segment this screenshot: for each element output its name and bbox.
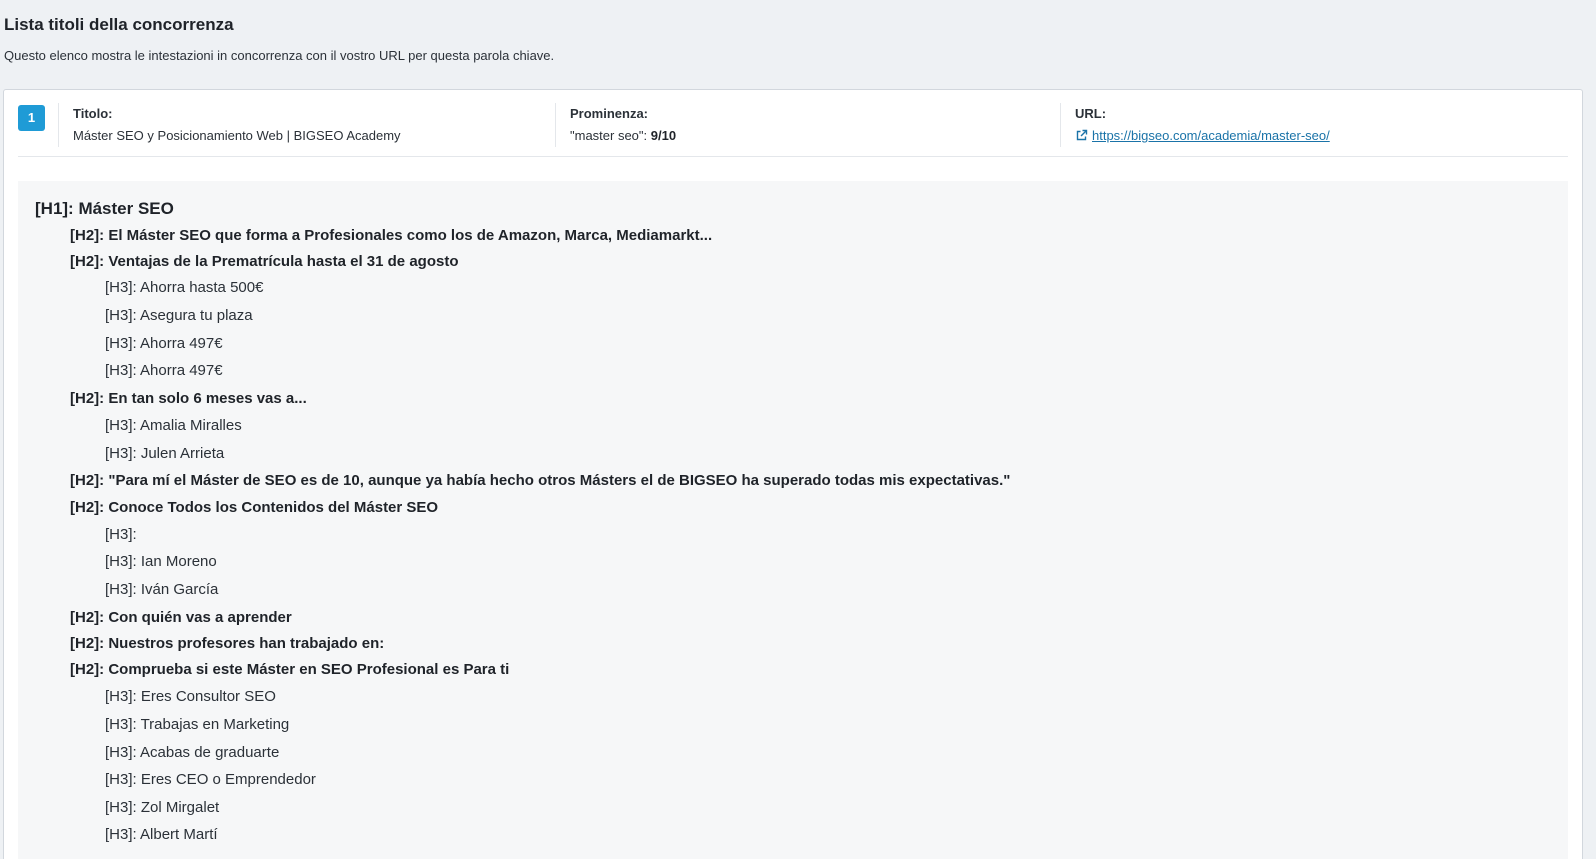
heading-h2-item: [H2]: El Máster SEO que forma a Profesio…	[70, 227, 713, 244]
url-link[interactable]: https://bigseo.com/academia/master-seo/	[1092, 128, 1330, 143]
heading-h3-item: [H3]: Eres Consultor SEO	[105, 688, 276, 705]
heading-h2-item: [H2]: Ventajas de la Prematrícula hasta …	[70, 253, 459, 270]
heading-h3-item: [H3]: Ian Moreno	[105, 553, 217, 570]
heading-h2-item: [H2]: Conoce Todos los Contenidos del Má…	[70, 499, 439, 516]
competitor-card: 1 Titolo: Máster SEO y Posicionamiento W…	[3, 89, 1583, 859]
headings-outline: [H1]: Máster SEO [H2]: El Máster SEO que …	[18, 181, 1568, 859]
heading-h3-item: [H3]:	[105, 526, 137, 543]
card-header: 1 Titolo: Máster SEO y Posicionamiento W…	[18, 90, 1568, 157]
heading-h2-item: [H2]: Con quién vas a aprender	[70, 609, 292, 626]
heading-h3-item: [H3]: Eres CEO o Emprendedor	[105, 771, 316, 788]
url-label: URL:	[1075, 106, 1107, 121]
prominence-label: Prominenza:	[570, 106, 649, 121]
url-value: https://bigseo.com/academia/master-seo/	[1075, 127, 1565, 147]
heading-h1-item: [H1]: Máster SEO	[35, 199, 174, 218]
heading-h2-item: [H2]: Nuestros profesores han trabajado …	[70, 635, 385, 652]
prominence-score: 9/10	[650, 128, 677, 143]
heading-h3-item: [H3]: Zol Mirgalet	[105, 799, 220, 816]
heading-h3-item: [H3]: Ahorra 497€	[105, 335, 223, 352]
heading-h3-item: [H3]: Julen Arrieta	[105, 445, 225, 462]
heading-h2-item: [H2]: En tan solo 6 meses vas a...	[70, 390, 307, 407]
title-value: Máster SEO y Posicionamiento Web | BIGSE…	[73, 128, 401, 143]
page: Lista titoli della concorrenza Questo el…	[0, 0, 1596, 859]
heading-h3-item: [H3]: Iván García	[105, 581, 219, 598]
page-description: Questo elenco mostra le intestazioni in …	[4, 48, 555, 63]
heading-h3-item: [H3]: Ahorra 497€	[105, 362, 223, 379]
heading-h3-item: [H3]: Acabas de graduarte	[105, 744, 280, 761]
title-label: Titolo:	[73, 106, 113, 121]
page-title: Lista titoli della concorrenza	[4, 15, 234, 34]
heading-h2-item: [H2]: Comprueba si este Máster en SEO Pr…	[70, 661, 510, 678]
url-column: URL: https://bigseo.com/academia/master-…	[1060, 103, 1565, 147]
external-link-icon[interactable]	[1075, 129, 1088, 147]
heading-h3-item: [H3]: Albert Martí	[105, 826, 218, 843]
prominence-value: "master seo": 9/10	[570, 127, 1050, 145]
title-column: Titolo: Máster SEO y Posicionamiento Web…	[58, 103, 553, 147]
prominence-column: Prominenza: "master seo": 9/10	[555, 103, 1050, 147]
heading-h3-item: [H3]: Amalia Miralles	[105, 417, 242, 434]
heading-h3-item: [H3]: Ahorra hasta 500€	[105, 279, 264, 296]
rank-badge: 1	[18, 105, 45, 131]
heading-h2-item: [H2]: "Para mí el Máster de SEO es de 10…	[70, 472, 1011, 489]
heading-h3-item: [H3]: Asegura tu plaza	[105, 307, 253, 324]
heading-h3-item: [H3]: Trabajas en Marketing	[105, 716, 290, 733]
prominence-keyword: "master seo":	[570, 128, 651, 143]
